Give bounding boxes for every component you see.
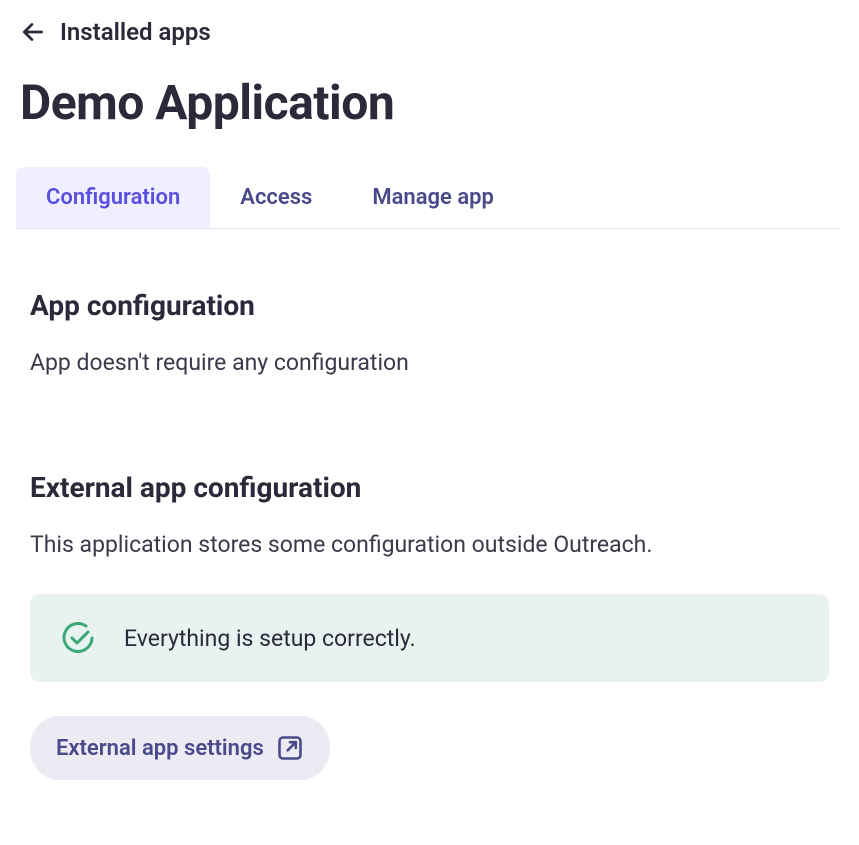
success-check-icon	[60, 620, 96, 656]
tab-access[interactable]: Access	[210, 167, 342, 228]
breadcrumb: Installed apps	[20, 18, 839, 46]
app-config-title: App configuration	[30, 289, 829, 322]
tab-configuration[interactable]: Configuration	[16, 167, 210, 228]
external-config-title: External app configuration	[30, 471, 829, 504]
back-arrow-icon[interactable]	[20, 19, 46, 45]
tab-manage-app[interactable]: Manage app	[342, 167, 524, 228]
external-link-icon	[276, 734, 304, 762]
external-config-text: This application stores some configurati…	[30, 528, 829, 563]
app-config-section: App configuration App doesn't require an…	[30, 289, 829, 381]
status-box: Everything is setup correctly.	[30, 594, 829, 682]
external-config-section: External app configuration This applicat…	[30, 471, 829, 781]
app-config-text: App doesn't require any configuration	[30, 346, 829, 381]
external-button-label: External app settings	[56, 736, 264, 761]
breadcrumb-label[interactable]: Installed apps	[60, 18, 211, 46]
external-app-settings-button[interactable]: External app settings	[30, 716, 330, 780]
tabs: Configuration Access Manage app	[16, 167, 839, 229]
status-text: Everything is setup correctly.	[124, 625, 416, 652]
page-title: Demo Application	[20, 74, 839, 131]
